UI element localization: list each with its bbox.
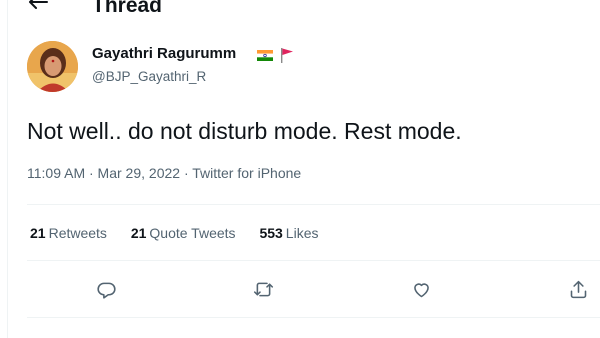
like-button[interactable] [408,276,434,302]
red-flag-icon [281,48,293,63]
like-icon [413,282,429,297]
tweet-timestamp[interactable]: 11:09 AM · Mar 29, 2022 · Twitter for iP… [27,165,301,182]
share-icon [570,280,586,298]
retweets-label: Retweets [48,225,107,241]
quote-tweets-label: Quote Tweets [149,225,236,241]
reply-icon [96,282,116,299]
tweet-text: Not well.. do not disturb mode. Rest mod… [27,118,462,144]
tweet-stats: 21 Retweets 21 Quote Tweets 553 Likes [30,225,338,242]
retweet-icon [253,282,273,296]
retweet-button[interactable] [250,276,276,302]
divider [27,317,600,318]
thread-header: Thread [0,0,600,17]
share-button[interactable] [565,276,591,302]
back-arrow-icon[interactable] [28,0,48,10]
quote-tweets-count: 21 [130,225,147,241]
page-title: Thread [92,0,163,17]
divider [27,204,600,205]
author-handle[interactable]: @BJP_Gayathri_R [92,69,206,85]
avatar[interactable] [27,41,78,92]
quote-tweets-stat[interactable]: 21 Quote Tweets [131,225,236,241]
india-flag-icon [257,50,273,61]
divider [27,260,600,261]
retweets-stat[interactable]: 21 Retweets [30,225,107,241]
reply-button[interactable] [93,276,119,302]
tweet-actions [0,276,600,302]
author-name[interactable]: Gayathri Ragurumm [92,45,236,63]
likes-label: Likes [285,225,319,241]
likes-stat[interactable]: 553 Likes [259,225,318,241]
likes-count: 553 [259,225,283,241]
retweets-count: 21 [30,225,46,241]
